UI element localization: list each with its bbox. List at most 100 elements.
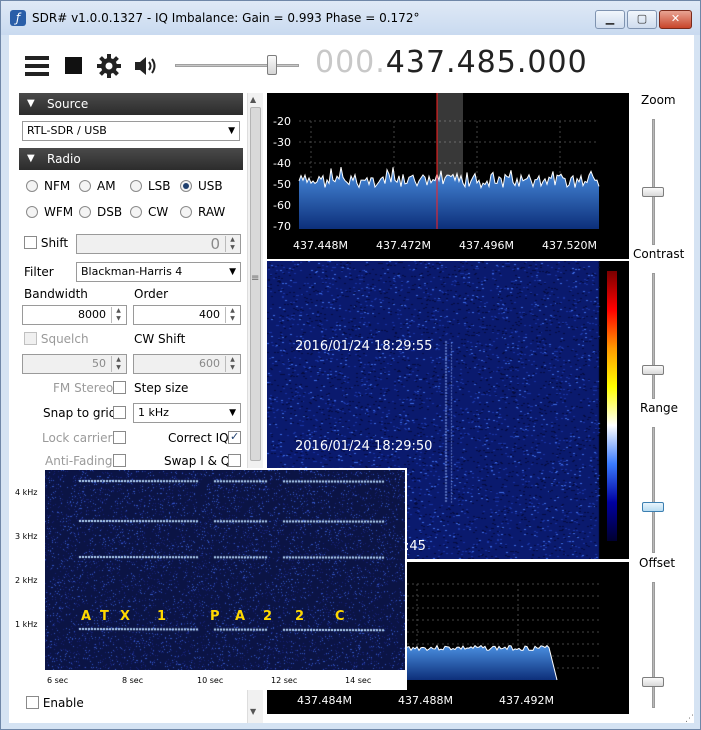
fm-stereo-label: FM Stereo — [53, 381, 114, 395]
scroll-down-icon: ▼ — [250, 707, 257, 716]
zoom-label: Zoom — [641, 93, 676, 107]
radio-dot — [26, 206, 38, 218]
title-bar[interactable]: ƒ SDR# v1.0.0.1327 - IQ Imbalance: Gain … — [1, 1, 700, 35]
spectrogram-canvas — [45, 470, 405, 670]
checkbox-box — [26, 696, 39, 709]
close-button[interactable]: ✕ — [659, 10, 692, 29]
filter-value: Blackman-Harris 4 — [81, 265, 183, 278]
mode-label-am: AM — [97, 179, 116, 193]
range-slider-track[interactable] — [652, 427, 655, 553]
spectrum-y-tick: -20 — [273, 115, 291, 128]
callsign-letter: X — [120, 609, 131, 624]
audio-x-tick: 437.492M — [499, 694, 554, 707]
mode-radio-nfm[interactable]: NFM — [26, 179, 70, 193]
frequency-display[interactable]: 000.437.485.000 — [315, 45, 588, 80]
spectrum-x-tick: 437.520M — [542, 239, 597, 252]
squelch-input[interactable]: 50 ▲ ▼ — [22, 354, 127, 374]
spectrum-x-tick: 437.448M — [293, 239, 348, 252]
stop-icon[interactable] — [65, 57, 83, 78]
filter-select[interactable]: Blackman-Harris 4 ▼ — [76, 262, 241, 282]
volume-slider[interactable] — [175, 55, 301, 75]
audio-enable-label: Enable — [42, 696, 84, 710]
mode-radio-usb[interactable]: USB — [180, 179, 223, 193]
mode-radio-cw[interactable]: CW — [130, 205, 168, 219]
checkbox-box — [24, 236, 37, 249]
swap-iq-checkbox[interactable] — [228, 454, 241, 468]
cw-shift-input[interactable]: 600 ▲ ▼ — [133, 354, 241, 374]
squelch-checkbox[interactable]: Squelch — [24, 332, 89, 346]
frequency-prefix: 000. — [315, 45, 386, 80]
spectrogram-y-tick: 4 kHz — [15, 488, 38, 497]
radio-panel-header[interactable]: ▼ Radio — [19, 148, 243, 170]
spinner-icon: ▲ ▼ — [225, 236, 239, 252]
step-size-value: 1 kHz — [138, 406, 169, 419]
collapse-icon: ▼ — [27, 153, 35, 164]
mode-label-dsb: DSB — [97, 205, 123, 219]
offset-slider-track[interactable] — [652, 582, 655, 708]
splitter-grip-icon[interactable]: ≡ — [251, 273, 259, 284]
mode-radio-am[interactable]: AM — [79, 179, 116, 193]
spectrogram-x-tick: 10 sec — [197, 676, 224, 685]
minimize-button[interactable]: ▁ — [595, 10, 625, 29]
spinner-icon: ▲ ▼ — [225, 356, 239, 372]
mode-label-nfm: NFM — [44, 179, 71, 193]
spectrogram-x-tick: 8 sec — [122, 676, 144, 685]
source-device-select[interactable]: RTL-SDR / USB ▼ — [22, 121, 240, 141]
scrollbar-thumb[interactable] — [250, 107, 261, 461]
lock-carrier-checkbox[interactable] — [113, 431, 126, 445]
overlay-spectrogram-image: 4 kHz 3 kHz 2 kHz 1 kHz 6 sec 8 sec 10 s… — [9, 468, 407, 690]
spectrum-x-tick: 437.496M — [459, 239, 514, 252]
checkbox-box — [113, 381, 126, 394]
collapse-icon: ▼ — [27, 98, 35, 109]
spectrum-y-tick: -50 — [273, 178, 291, 191]
checkbox-box-checked — [228, 430, 241, 444]
waterfall-timestamp: :45 — [405, 539, 426, 554]
menu-icon[interactable] — [25, 55, 49, 80]
fm-stereo-checkbox[interactable] — [113, 381, 126, 395]
shift-label: Shift — [40, 236, 69, 250]
mode-radio-lsb[interactable]: LSB — [130, 179, 171, 193]
lock-carrier-label: Lock carrier — [42, 431, 113, 445]
radio-dot — [79, 206, 91, 218]
gear-icon[interactable] — [97, 54, 121, 81]
mode-radio-dsb[interactable]: DSB — [79, 205, 122, 219]
step-size-select[interactable]: 1 kHz ▼ — [133, 403, 241, 423]
snap-to-grid-checkbox[interactable] — [113, 406, 126, 420]
shift-value: 0 — [210, 235, 220, 253]
shift-input[interactable]: 0 ▲ ▼ — [76, 234, 241, 254]
bandwidth-input[interactable]: 8000 ▲ ▼ — [22, 305, 127, 325]
mode-radio-raw[interactable]: RAW — [180, 205, 225, 219]
radio-dot — [130, 180, 142, 192]
mode-radio-wfm[interactable]: WFM — [26, 205, 73, 219]
audio-enable-checkbox[interactable]: Enable — [26, 696, 84, 710]
spectrum-analyzer[interactable]: -20 -30 -40 -50 -60 -70 437.448M 437.472M 437.49… — [267, 93, 629, 259]
radio-header-label: Radio — [47, 152, 81, 166]
spectrum-y-tick: -70 — [273, 220, 291, 233]
callsign-letter: C — [335, 609, 345, 624]
contrast-slider-track[interactable] — [652, 273, 655, 399]
maximize-button[interactable]: ▢ — [627, 10, 657, 29]
resize-grip-icon[interactable]: ⋰ — [685, 714, 694, 724]
zoom-slider-track[interactable] — [652, 119, 655, 245]
spinner-icon: ▲ ▼ — [111, 356, 125, 372]
checkbox-box — [113, 431, 126, 444]
anti-fading-checkbox[interactable] — [113, 454, 126, 468]
step-size-label: Step size — [134, 381, 189, 395]
waterfall-timestamp: 2016/01/24 18:29:55 — [295, 339, 433, 354]
correct-iq-checkbox[interactable] — [228, 430, 241, 445]
spectrogram-y-tick: 1 kHz — [15, 620, 38, 629]
bandwidth-value: 8000 — [78, 308, 106, 321]
contrast-slider-thumb[interactable] — [642, 365, 664, 375]
offset-slider-thumb[interactable] — [642, 677, 664, 687]
shift-checkbox[interactable]: Shift — [24, 236, 68, 250]
order-input[interactable]: 400 ▲ ▼ — [133, 305, 241, 325]
range-slider-thumb[interactable] — [642, 502, 664, 512]
zoom-slider-thumb[interactable] — [642, 187, 664, 197]
spectrogram-x-tick: 12 sec — [271, 676, 298, 685]
mode-label-wfm: WFM — [44, 205, 74, 219]
checkbox-box — [24, 332, 37, 345]
anti-fading-label: Anti-Fading — [45, 454, 113, 468]
speaker-icon[interactable] — [133, 54, 159, 81]
source-panel-header[interactable]: ▼ Source — [19, 93, 243, 115]
cw-shift-label: CW Shift — [134, 332, 186, 346]
